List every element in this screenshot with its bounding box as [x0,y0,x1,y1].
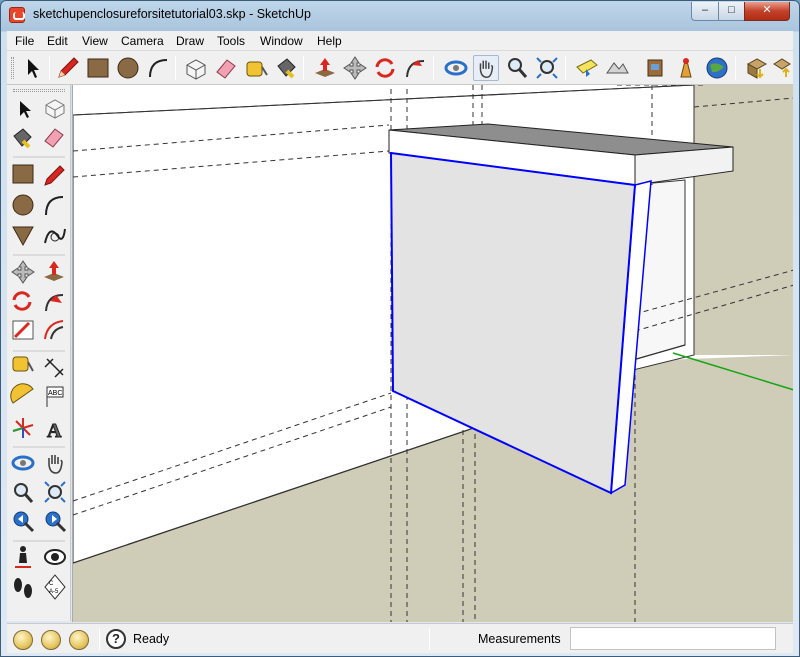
svg-text:A-5: A-5 [49,589,59,595]
get-components-icon[interactable] [744,55,770,81]
zoom-icon[interactable] [14,483,34,503]
dimension-icon[interactable] [44,358,64,378]
follow-me-icon[interactable] [45,294,64,312]
line-icon[interactable] [44,165,65,186]
3d-text-icon[interactable]: A [47,420,63,443]
zoom-icon[interactable] [504,55,530,81]
arc-icon[interactable] [145,55,171,81]
circle-icon[interactable] [115,55,141,81]
section-plane-icon[interactable]: C A-5 [44,574,66,600]
arc-icon[interactable] [45,196,64,216]
select-tool-icon[interactable] [19,55,45,81]
add-location-icon[interactable] [574,55,600,81]
sketchup-window: sketchupenclosureforsitetutorial03.skp -… [0,0,800,657]
rectangle-icon[interactable] [85,55,111,81]
protractor-icon[interactable] [10,383,34,404]
menu-help[interactable]: Help [317,34,342,48]
make-component-icon[interactable] [183,55,209,81]
toolbar-grip[interactable] [11,57,14,79]
move-icon[interactable] [11,260,35,284]
rotate-icon[interactable] [372,55,398,81]
select-icon[interactable] [20,101,31,118]
measurements-input[interactable] [570,627,776,650]
polygon-icon[interactable] [12,226,34,247]
sketchup-app-icon[interactable] [9,7,25,23]
main-toolbar [7,51,793,85]
text-icon[interactable]: ABC [46,386,64,407]
zoom-extents-icon[interactable] [534,55,560,81]
walk-icon[interactable] [14,578,32,598]
toggle-terrain-icon[interactable] [604,55,630,81]
circle-icon[interactable] [12,194,34,216]
background-terrain [694,85,793,355]
modeling-viewport[interactable] [72,85,793,622]
pencil-line-icon[interactable] [55,55,81,81]
offset-icon[interactable] [44,320,64,340]
get-models-icon[interactable] [642,55,668,81]
menu-bar: File Edit View Camera Draw Tools Window … [7,31,793,51]
menu-view[interactable]: View [82,34,108,48]
geo-location-icon[interactable] [13,630,33,650]
maximize-button[interactable]: □ [718,2,745,21]
position-camera-icon[interactable] [15,546,31,568]
make-component-icon[interactable] [45,99,65,119]
scale-icon[interactable] [12,320,34,340]
svg-text:ABC: ABC [48,390,62,397]
minimize-button[interactable]: – [691,2,719,21]
share-model-icon[interactable] [673,55,699,81]
orbit-icon[interactable] [443,55,469,81]
next-view-icon[interactable] [45,511,67,533]
menu-draw[interactable]: Draw [176,34,204,48]
eraser-icon[interactable] [44,128,64,148]
title-bar[interactable]: sketchupenclosureforsitetutorial03.skp -… [1,1,799,29]
move-icon[interactable] [342,55,368,81]
menu-camera[interactable]: Camera [121,34,164,48]
orbit-icon[interactable] [11,455,35,471]
follow-me-icon[interactable] [402,55,428,81]
menu-edit[interactable]: Edit [47,34,68,48]
tape-measure-icon[interactable] [243,55,269,81]
rectangle-icon[interactable] [12,164,34,184]
zoom-window-icon[interactable] [44,481,66,503]
help-icon[interactable]: ? [106,629,126,649]
rotate-icon[interactable] [12,291,32,311]
google-earth-icon[interactable] [704,55,730,81]
status-text: Ready [133,632,170,646]
axes-icon[interactable] [12,418,34,438]
measurements-label: Measurements [478,632,561,646]
sign-in-icon[interactable] [69,630,89,650]
menu-window[interactable]: Window [260,34,303,48]
paint-bucket-icon[interactable] [273,55,299,81]
push-pull-icon[interactable] [44,261,64,281]
pan-icon[interactable] [48,455,63,474]
status-bar: ? Ready Measurements [7,623,793,653]
previous-view-icon[interactable] [13,511,35,533]
svg-text:A: A [47,420,62,442]
svg-text:C: C [49,581,54,587]
menu-tools[interactable]: Tools [217,34,245,48]
freehand-icon[interactable] [44,228,66,244]
eraser-icon[interactable] [213,55,239,81]
window-title: sketchupenclosureforsitetutorial03.skp -… [33,7,311,21]
close-button[interactable]: ✕ [744,2,790,21]
tape-measure-icon[interactable] [12,356,34,372]
model-scene[interactable] [73,85,793,622]
paint-bucket-icon[interactable] [13,128,32,149]
push-pull-icon[interactable] [312,55,338,81]
menu-file[interactable]: File [15,34,34,48]
pan-icon[interactable] [473,55,499,81]
tools-toolbar: ABC A C A-5 [7,85,71,621]
look-around-icon[interactable] [44,549,66,565]
credits-icon[interactable] [41,630,61,650]
share-component-icon[interactable] [772,55,792,81]
